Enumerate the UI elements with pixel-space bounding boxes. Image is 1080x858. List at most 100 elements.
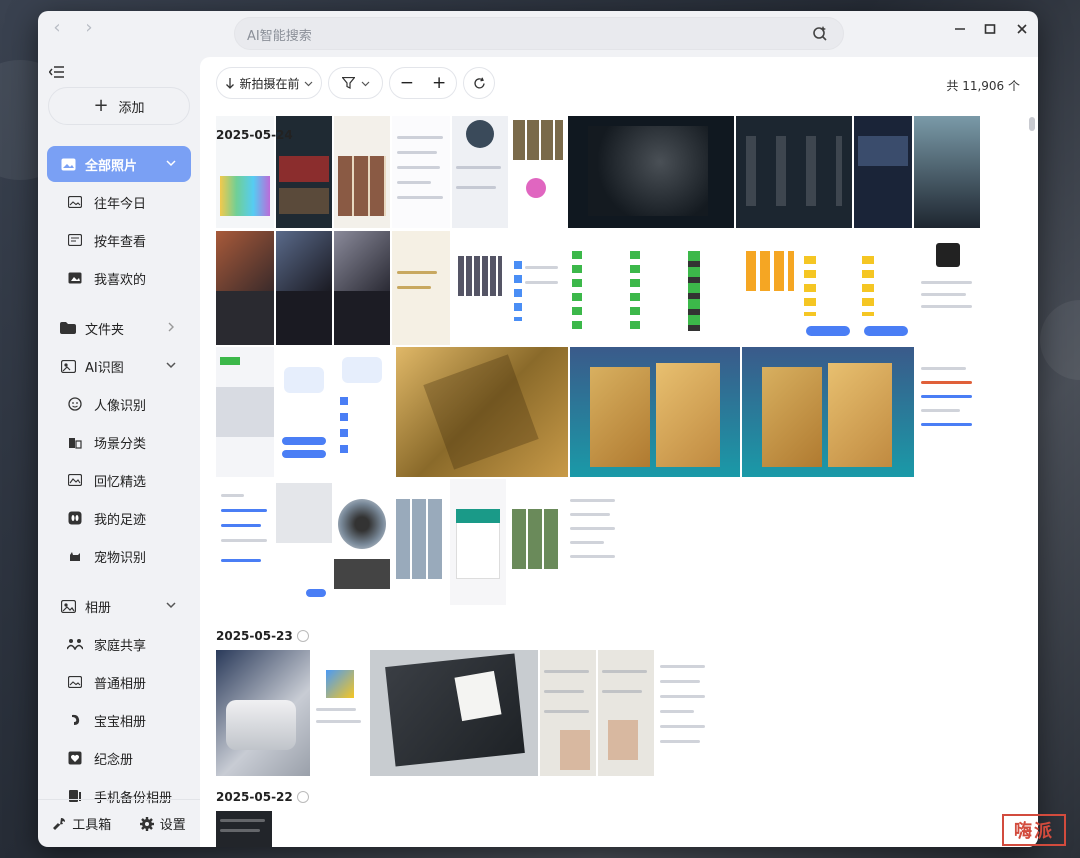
photo-thumbnail[interactable] [396, 347, 568, 477]
chevron-down-icon[interactable] [165, 157, 177, 169]
photo-thumbnail[interactable] [334, 479, 390, 605]
sidebar-item-favorites[interactable]: 我喜欢的 [47, 260, 191, 296]
photo-thumbnail[interactable] [392, 479, 448, 605]
filter-dropdown[interactable] [328, 67, 383, 99]
maximize-icon[interactable] [978, 17, 1002, 41]
sidebar-item-by-year[interactable]: 按年查看 [47, 222, 191, 258]
photo-thumbnail[interactable] [334, 116, 390, 228]
scrollbar[interactable] [1029, 117, 1035, 131]
photo-thumbnail[interactable] [540, 650, 596, 776]
photo-thumbnail[interactable] [570, 347, 740, 477]
search-box[interactable]: AI智能搜索 [234, 17, 844, 50]
photo-thumbnail[interactable] [742, 347, 914, 477]
sort-dropdown[interactable]: 新拍摄在前 [216, 67, 322, 99]
photo-thumbnail[interactable] [626, 231, 682, 345]
photo-thumbnail[interactable] [370, 650, 538, 776]
photo-thumbnail[interactable] [656, 650, 712, 776]
sidebar-item-memorial[interactable]: 纪念册 [47, 740, 191, 776]
photo-thumbnail[interactable] [508, 479, 564, 605]
minimize-icon[interactable] [948, 17, 972, 41]
collapse-sidebar-icon[interactable] [49, 65, 65, 79]
sidebar-item-pets[interactable]: 宠物识别 [47, 538, 191, 574]
photo-thumbnail[interactable] [914, 116, 980, 228]
sidebar-item-footprints[interactable]: 我的足迹 [47, 500, 191, 536]
arrow-down-icon [226, 78, 235, 89]
normal-album-icon [67, 674, 83, 690]
photo-thumbnail[interactable] [216, 650, 310, 776]
sidebar-item-face-recognition[interactable]: 人像识别 [47, 386, 191, 422]
image-icon [67, 194, 83, 210]
photo-thumbnail[interactable] [854, 116, 912, 228]
photo-thumbnail[interactable] [392, 116, 450, 228]
photo-thumbnail[interactable] [858, 231, 914, 345]
photo-thumbnail[interactable] [334, 231, 390, 345]
ai-search-icon[interactable] [811, 24, 829, 42]
back-arrow-icon[interactable]: ‹ [46, 17, 68, 39]
app-window: ‹ › AI智能搜索 + 添加 全部照片 往年今日 按年查看 我喜欢的 文件夹 … [38, 11, 1038, 847]
chevron-down-icon[interactable] [165, 359, 177, 371]
memorial-icon [67, 750, 83, 766]
photo-thumbnail[interactable] [312, 650, 368, 776]
photo-thumbnail[interactable] [800, 231, 856, 345]
forward-arrow-icon[interactable]: › [78, 17, 100, 39]
photo-thumbnail[interactable] [216, 231, 274, 345]
sidebar-item-all-photos[interactable]: 全部照片 [47, 146, 191, 182]
photo-thumbnail[interactable] [392, 231, 450, 345]
photo-content: 新拍摄在前 − + 共 11,906 个 2025-05-24 2025-05-… [200, 57, 1038, 847]
sidebar-item-family-share[interactable]: 家庭共享 [47, 626, 191, 662]
select-group-checkbox[interactable] [296, 630, 309, 642]
zoom-in-button[interactable]: + [432, 73, 446, 93]
photo-thumbnail[interactable] [510, 116, 566, 228]
photo-thumbnail[interactable] [276, 347, 332, 477]
sidebar-item-scene[interactable]: 场景分类 [47, 424, 191, 460]
close-icon[interactable] [1010, 17, 1034, 41]
refresh-button[interactable] [463, 67, 495, 99]
family-icon [67, 636, 83, 652]
sidebar-item-folders[interactable]: 文件夹 [47, 310, 191, 346]
photo-thumbnail[interactable] [216, 479, 274, 605]
photo-thumbnail[interactable] [916, 347, 980, 477]
photo-thumbnail[interactable] [216, 811, 272, 847]
photo-thumbnail[interactable] [450, 479, 506, 605]
photo-thumbnail[interactable] [568, 231, 624, 345]
calendar-icon [67, 232, 83, 248]
baby-icon [67, 712, 83, 728]
date-header: 2025-05-22 [216, 790, 309, 804]
folder-icon [60, 320, 76, 336]
add-button[interactable]: + 添加 [48, 87, 190, 125]
sidebar-item-normal-album[interactable]: 普通相册 [47, 664, 191, 700]
watermark-logo: 嗨派 [1002, 814, 1066, 846]
zoom-out-button[interactable]: − [400, 73, 414, 93]
titlebar: ‹ › AI智能搜索 [38, 11, 1038, 57]
scene-icon [67, 434, 83, 450]
photo-thumbnail[interactable] [276, 231, 332, 345]
photo-thumbnail[interactable] [566, 479, 622, 605]
photo-thumbnail[interactable] [452, 231, 508, 345]
chevron-right-icon[interactable] [165, 321, 177, 333]
photo-thumbnail[interactable] [452, 116, 508, 228]
gear-icon [139, 816, 154, 831]
album-icon [60, 598, 76, 614]
photo-thumbnail[interactable] [510, 231, 566, 345]
chevron-down-icon[interactable] [165, 599, 177, 611]
ai-image-icon [60, 358, 76, 374]
photo-thumbnail[interactable] [684, 231, 740, 345]
sidebar-item-albums[interactable]: 相册 [47, 588, 191, 624]
photo-thumbnail[interactable] [216, 347, 274, 477]
select-group-checkbox[interactable] [296, 791, 309, 803]
photo-thumbnail[interactable] [916, 231, 980, 345]
settings-button[interactable]: 设置 [139, 814, 186, 833]
sidebar-item-memories[interactable]: 回忆精选 [47, 462, 191, 498]
photo-thumbnail[interactable] [276, 479, 332, 605]
face-icon [67, 396, 83, 412]
sidebar-item-on-this-day[interactable]: 往年今日 [47, 184, 191, 220]
sidebar-footer: 工具箱 设置 [38, 799, 200, 847]
photo-thumbnail[interactable] [598, 650, 654, 776]
photo-thumbnail[interactable] [568, 116, 734, 228]
photo-thumbnail[interactable] [334, 347, 390, 477]
photo-thumbnail[interactable] [742, 231, 798, 345]
sidebar-item-ai-recognition[interactable]: AI识图 [47, 348, 191, 384]
photo-thumbnail[interactable] [736, 116, 852, 228]
sidebar-item-baby-album[interactable]: 宝宝相册 [47, 702, 191, 738]
toolbox-button[interactable]: 工具箱 [52, 814, 111, 833]
